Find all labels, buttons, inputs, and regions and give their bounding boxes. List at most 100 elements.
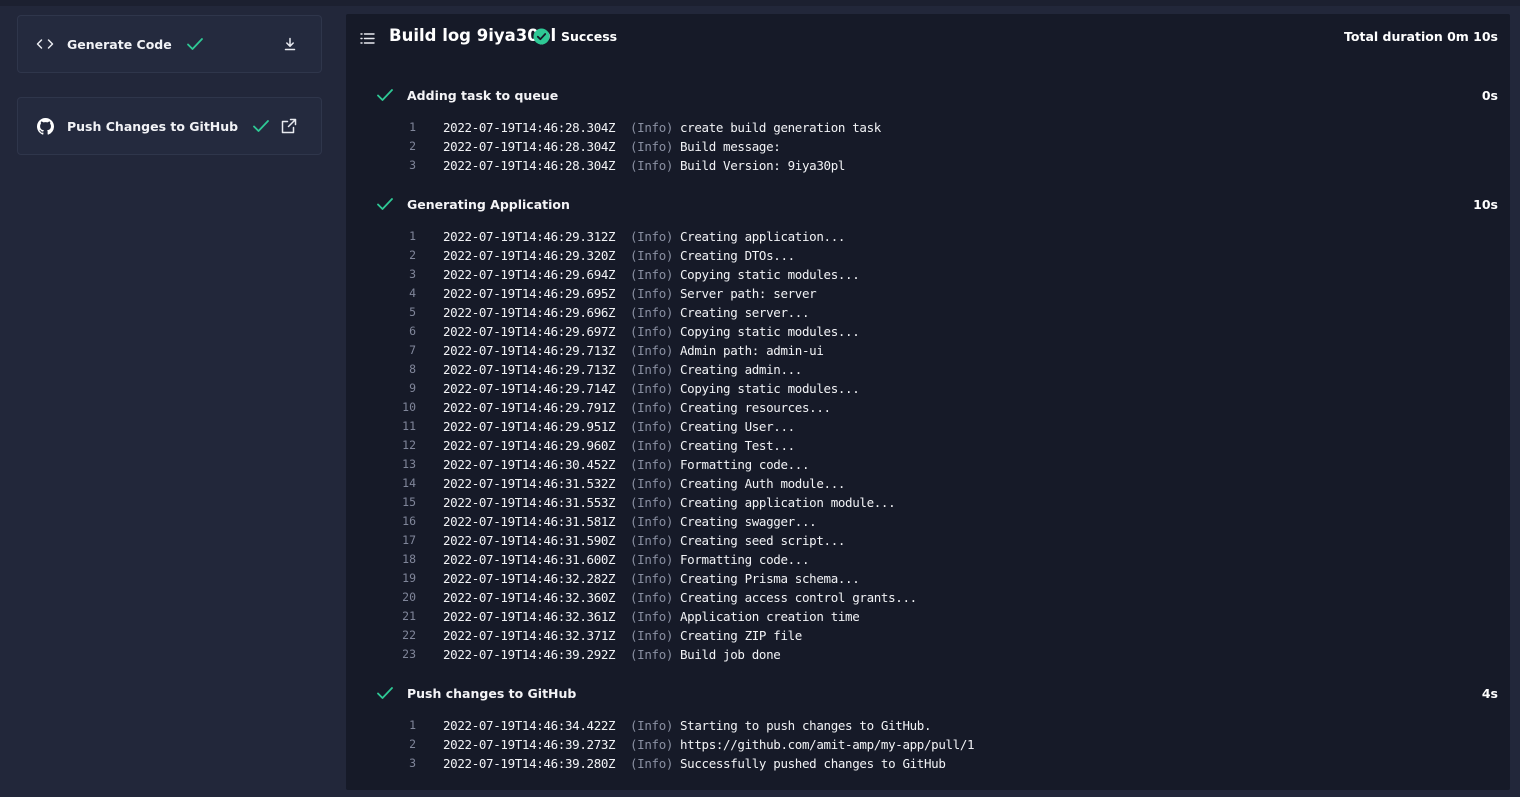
log-line: 15 2022-07-19T14:46:31.553Z (Info) Creating… (346, 493, 1510, 512)
log-timestamp: 2022-07-19T14:46:39.280Z (443, 756, 616, 771)
build-step-header[interactable]: Adding task to queue 0s (346, 85, 1510, 107)
line-number: 21 (402, 609, 416, 623)
log-message: Copying static modules... (680, 324, 860, 339)
log-level: (Info) (630, 286, 674, 301)
log-line: 9 2022-07-19T14:46:29.714Z (Info) Copying s… (346, 379, 1510, 398)
step-title: Push changes to GitHub (407, 686, 577, 701)
log-level: (Info) (630, 718, 674, 733)
log-message: Creating Prisma schema... (680, 571, 860, 586)
log-line: 1 2022-07-19T14:46:34.422Z (Info) Starting … (346, 716, 1510, 735)
log-message: Creating seed script... (680, 533, 846, 548)
log-timestamp: 2022-07-19T14:46:29.960Z (443, 438, 616, 453)
log-level: (Info) (630, 267, 674, 282)
step-duration: 0s (1481, 88, 1498, 103)
log-message: Formatting code... (680, 457, 810, 472)
line-number: 16 (402, 514, 416, 528)
log-message: Creating application module... (680, 495, 896, 510)
log-message: Creating Auth module... (680, 476, 846, 491)
log-level: (Info) (630, 476, 674, 491)
log-timestamp: 2022-07-19T14:46:32.361Z (443, 609, 616, 624)
log-message: Creating resources... (680, 400, 831, 415)
line-number: 5 (409, 305, 416, 319)
log-line: 17 2022-07-19T14:46:31.590Z (Info) Creating… (346, 531, 1510, 550)
log-message: Formatting code... (680, 552, 810, 567)
log-line: 19 2022-07-19T14:46:32.282Z (Info) Creating… (346, 569, 1510, 588)
build-step-header[interactable]: Generating Application 10s (346, 194, 1510, 216)
log-line: 6 2022-07-19T14:46:29.697Z (Info) Copying s… (346, 322, 1510, 341)
line-number: 22 (402, 628, 416, 642)
external-link-icon[interactable] (281, 118, 297, 134)
log-level: (Info) (630, 514, 674, 529)
step-title: Generating Application (407, 197, 570, 212)
list-icon[interactable] (360, 30, 375, 49)
log-level: (Info) (630, 457, 674, 472)
build-log-panel: Build log 9iya30pl Success Total duratio… (346, 14, 1510, 790)
log-timestamp: 2022-07-19T14:46:39.273Z (443, 737, 616, 752)
step-duration: 4s (1481, 686, 1498, 701)
build-step-header[interactable]: Push changes to GitHub 4s (346, 683, 1510, 705)
log-timestamp: 2022-07-19T14:46:29.696Z (443, 305, 616, 320)
log-line: 8 2022-07-19T14:46:29.713Z (Info) Creating … (346, 360, 1510, 379)
log-level: (Info) (630, 571, 674, 586)
log-message: Application creation time (680, 609, 860, 624)
line-number: 9 (409, 381, 416, 395)
line-number: 2 (409, 139, 416, 153)
log-level: (Info) (630, 305, 674, 320)
log-timestamp: 2022-07-19T14:46:29.697Z (443, 324, 616, 339)
log-timestamp: 2022-07-19T14:46:29.713Z (443, 362, 616, 377)
status-label: Success (561, 29, 618, 44)
log-level: (Info) (630, 609, 674, 624)
log-timestamp: 2022-07-19T14:46:29.791Z (443, 400, 616, 415)
line-number: 4 (409, 286, 416, 300)
log-level: (Info) (630, 139, 674, 154)
log-timestamp: 2022-07-19T14:46:32.371Z (443, 628, 616, 643)
log-line: 1 2022-07-19T14:46:29.312Z (Info) Creating … (346, 227, 1510, 246)
log-line: 10 2022-07-19T14:46:29.791Z (Info) Creating… (346, 398, 1510, 417)
log-line: 14 2022-07-19T14:46:31.532Z (Info) Creating… (346, 474, 1510, 493)
download-icon[interactable] (283, 37, 297, 51)
log-level: (Info) (630, 419, 674, 434)
log-timestamp: 2022-07-19T14:46:31.600Z (443, 552, 616, 567)
log-level: (Info) (630, 324, 674, 339)
log-level: (Info) (630, 400, 674, 415)
push-changes-label: Push Changes to GitHub (67, 118, 239, 134)
line-number: 14 (402, 476, 416, 490)
log-line: 3 2022-07-19T14:46:29.694Z (Info) Copying s… (346, 265, 1510, 284)
log-timestamp: 2022-07-19T14:46:29.695Z (443, 286, 616, 301)
log-lines: 1 2022-07-19T14:46:34.422Z (Info) Starting … (346, 716, 1510, 773)
log-timestamp: 2022-07-19T14:46:29.312Z (443, 229, 616, 244)
check-icon (186, 37, 204, 51)
generate-code-card[interactable]: Generate Code (17, 15, 322, 73)
line-number: 2 (409, 737, 416, 751)
line-number: 1 (409, 718, 416, 732)
log-line: 20 2022-07-19T14:46:32.360Z (Info) Creating… (346, 588, 1510, 607)
check-icon (376, 87, 394, 106)
log-line: 5 2022-07-19T14:46:29.696Z (Info) Creating … (346, 303, 1510, 322)
log-line: 21 2022-07-19T14:46:32.361Z (Info) Applicat… (346, 607, 1510, 626)
top-bar (0, 0, 1520, 6)
log-level: (Info) (630, 248, 674, 263)
log-level: (Info) (630, 756, 674, 771)
line-number: 20 (402, 590, 416, 604)
log-lines: 1 2022-07-19T14:46:28.304Z (Info) create bu… (346, 118, 1510, 175)
log-timestamp: 2022-07-19T14:46:28.304Z (443, 158, 616, 173)
log-timestamp: 2022-07-19T14:46:39.292Z (443, 647, 616, 662)
code-icon (36, 35, 54, 53)
log-message: Creating User... (680, 419, 795, 434)
log-level: (Info) (630, 495, 674, 510)
log-message: Build message: (680, 139, 781, 154)
log-message: https://github.com/amit-amp/my-app/pull/… (680, 737, 975, 752)
log-level: (Info) (630, 552, 674, 567)
log-timestamp: 2022-07-19T14:46:32.282Z (443, 571, 616, 586)
log-timestamp: 2022-07-19T14:46:31.553Z (443, 495, 616, 510)
line-number: 13 (402, 457, 416, 471)
push-changes-card[interactable]: Push Changes to GitHub (17, 97, 322, 155)
log-level: (Info) (630, 737, 674, 752)
log-level: (Info) (630, 590, 674, 605)
log-message: Creating access control grants... (680, 590, 917, 605)
log-message: Creating admin... (680, 362, 802, 377)
log-timestamp: 2022-07-19T14:46:28.304Z (443, 120, 616, 135)
log-line: 18 2022-07-19T14:46:31.600Z (Info) Formatti… (346, 550, 1510, 569)
log-message: Admin path: admin-ui (680, 343, 824, 358)
log-lines: 1 2022-07-19T14:46:29.312Z (Info) Creating … (346, 227, 1510, 664)
